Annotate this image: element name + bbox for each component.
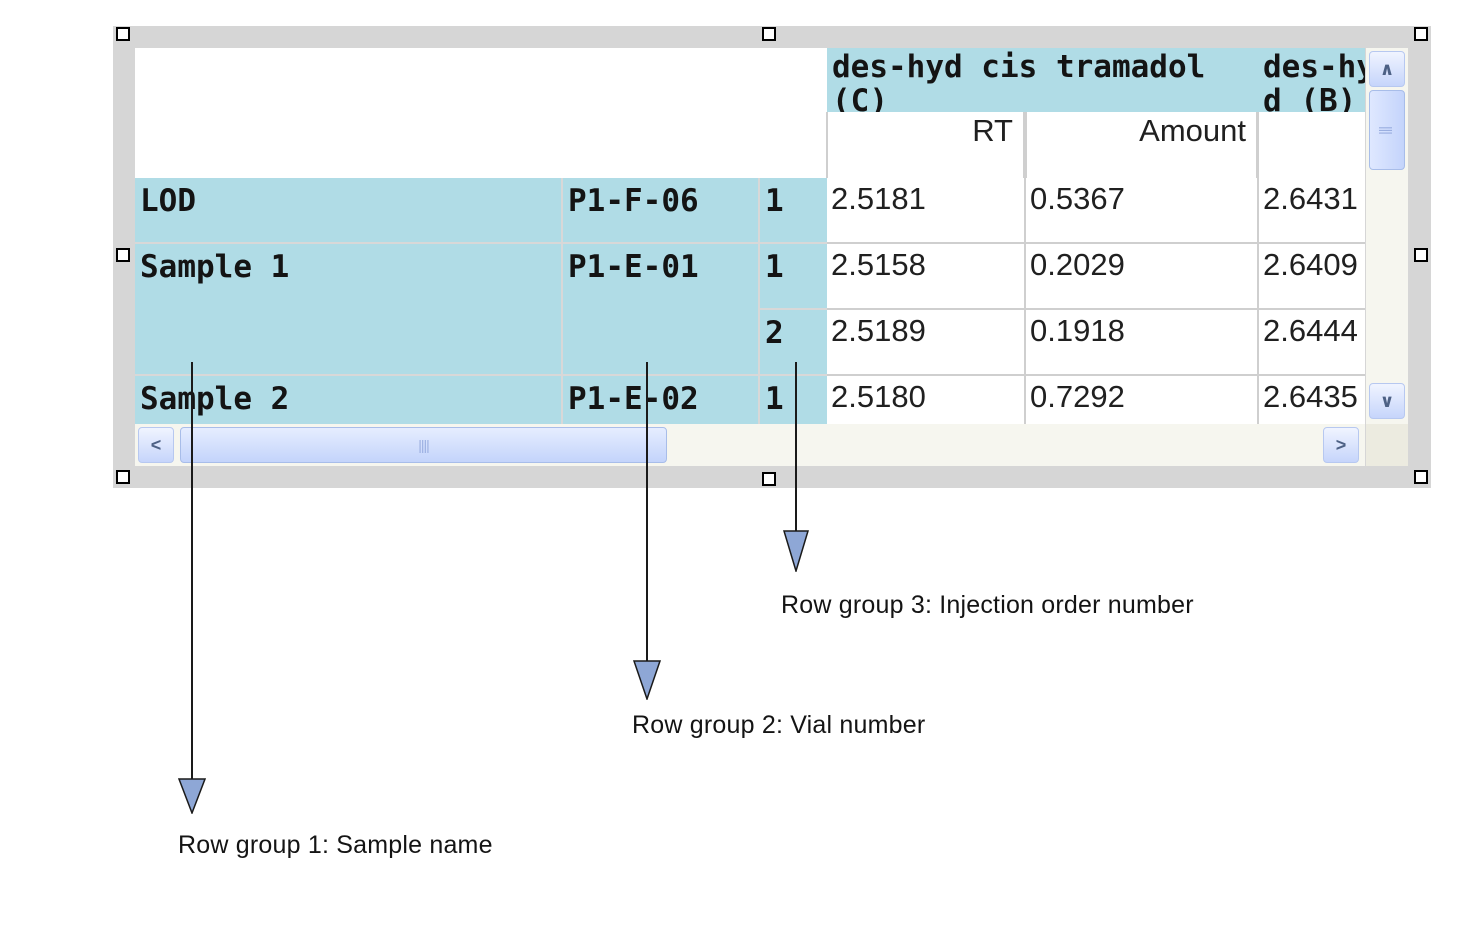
table-cell-rt[interactable]: 2.6409 (1259, 244, 1365, 310)
vertical-scroll-thumb[interactable]: ||| (1369, 90, 1405, 170)
table-cell-rt[interactable]: 2.5189 (827, 310, 1026, 376)
table-cell-amount[interactable]: 0.5367 (1026, 178, 1259, 244)
table-cell-rt[interactable]: 2.6444 (1259, 310, 1365, 376)
arrow-down-icon (178, 778, 206, 814)
annotation-row-group-1: Row group 1: Sample name (178, 831, 493, 859)
row-header-sample-name[interactable]: LOD (135, 178, 563, 244)
scrollbar-corner (1366, 424, 1408, 466)
vertical-scrollbar[interactable]: ∧ ||| ∨ (1366, 48, 1408, 424)
arrow-line-group2 (646, 362, 648, 662)
table-cell-amount[interactable]: 0.7292 (1026, 376, 1259, 424)
annotation-row-group-2: Row group 2: Vial number (632, 711, 926, 739)
table-corner (135, 48, 827, 178)
column-header-amount[interactable]: Amount (1025, 112, 1258, 178)
table-cell-amount[interactable]: 0.1918 (1026, 310, 1259, 376)
resize-handle-bottom-right[interactable] (1414, 470, 1428, 484)
table-cell-rt[interactable]: 2.5181 (827, 178, 1026, 244)
resize-handle-top-left[interactable] (116, 27, 130, 41)
table-cell-rt[interactable]: 2.5158 (827, 244, 1026, 310)
column-header-rt[interactable]: RT (826, 112, 1025, 178)
column-header-rt[interactable] (1257, 112, 1365, 178)
row-header-vial[interactable]: P1-E-02 (563, 376, 760, 424)
table-cell-rt[interactable]: 2.6435 (1259, 376, 1365, 424)
compound-header[interactable]: des-hyd cis tramadol (C) (827, 48, 1258, 112)
row-header-injection[interactable]: 1 (760, 376, 827, 424)
scroll-down-button[interactable]: ∨ (1369, 383, 1405, 419)
scroll-right-button[interactable]: > (1323, 427, 1359, 463)
row-header-sample-name[interactable]: Sample 2 (135, 376, 563, 424)
resize-handle-top-right[interactable] (1414, 27, 1428, 41)
chevron-left-icon: < (150, 434, 162, 455)
arrow-line-group1 (191, 362, 193, 782)
annotation-row-group-3: Row group 3: Injection order number (781, 591, 1194, 619)
arrow-line-group3 (795, 362, 797, 532)
scroll-left-button[interactable]: < (138, 427, 174, 463)
results-table: des-hyd cis tramadol (C) des-hyd (B) RT … (135, 48, 1365, 424)
horizontal-scrollbar[interactable]: < |||| > (135, 424, 1365, 466)
resize-handle-bottom-left[interactable] (116, 470, 130, 484)
compound-name: des-hyd (B) (1263, 49, 1365, 112)
row-header-injection[interactable]: 1 (760, 178, 827, 244)
row-header-vial[interactable]: P1-E-01 (563, 244, 760, 376)
resize-handle-top-center[interactable] (762, 27, 776, 41)
grip-icon: ||| (1379, 126, 1395, 134)
table-cell-rt[interactable]: 2.6431 (1259, 178, 1365, 244)
table-cell-rt[interactable]: 2.5180 (827, 376, 1026, 424)
scroll-up-button[interactable]: ∧ (1369, 51, 1405, 87)
row-header-sample-name[interactable]: Sample 1 (135, 244, 563, 376)
row-header-vial[interactable]: P1-F-06 (563, 178, 760, 244)
horizontal-scroll-thumb[interactable]: |||| (180, 427, 667, 463)
row-header-injection[interactable]: 2 (760, 310, 827, 376)
chevron-up-icon: ∧ (1379, 58, 1395, 79)
compound-header[interactable]: des-hyd (B) (1258, 48, 1365, 112)
resize-handle-middle-right[interactable] (1414, 248, 1428, 262)
arrow-down-icon (633, 660, 661, 700)
resize-handle-middle-left[interactable] (116, 248, 130, 262)
arrow-down-icon (783, 530, 809, 572)
resize-handle-bottom-center[interactable] (762, 472, 776, 486)
row-header-injection[interactable]: 1 (760, 244, 827, 310)
table-cell-amount[interactable]: 0.2029 (1026, 244, 1259, 310)
grip-icon: |||| (418, 437, 430, 453)
chevron-right-icon: > (1335, 434, 1347, 455)
compound-name: des-hyd cis tramadol (C) (832, 49, 1206, 112)
chevron-down-icon: ∨ (1379, 390, 1395, 411)
